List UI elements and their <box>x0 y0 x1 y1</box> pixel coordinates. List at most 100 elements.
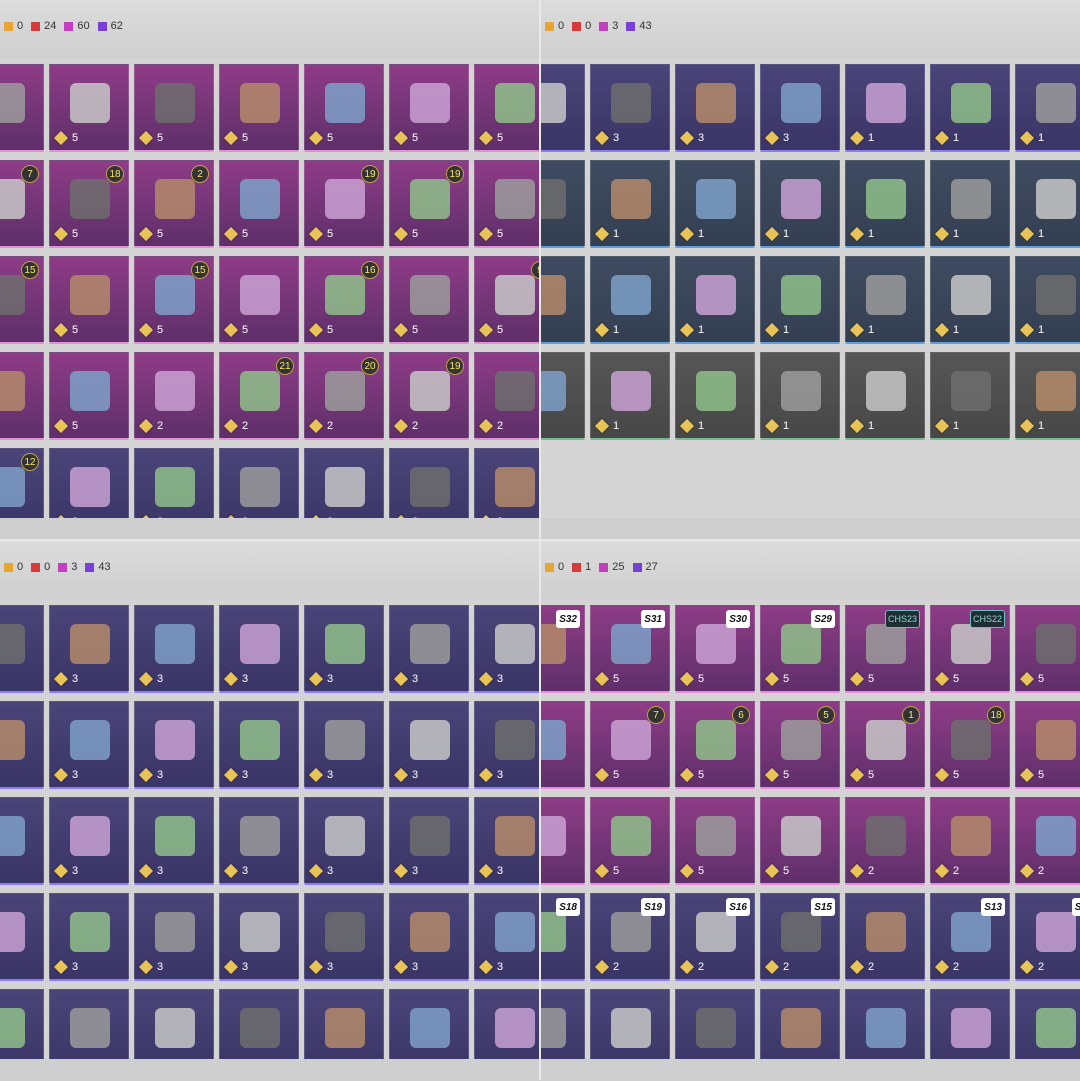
item-tile[interactable]: 1 <box>760 160 840 248</box>
item-tile[interactable]: 1 <box>590 352 670 440</box>
item-tile[interactable]: 1 <box>930 160 1010 248</box>
item-tile[interactable]: 1 <box>1015 352 1080 440</box>
item-tile[interactable]: 2 <box>389 448 469 518</box>
item-tile[interactable]: 3 <box>760 64 840 152</box>
item-tile[interactable] <box>0 701 44 789</box>
item-tile[interactable]: 3 <box>304 701 384 789</box>
item-tile[interactable]: 2 <box>134 352 214 440</box>
item-tile[interactable]: 19 5 <box>304 160 384 248</box>
item-tile[interactable] <box>1015 989 1080 1059</box>
item-tile[interactable]: S31 5 <box>590 605 670 693</box>
item-tile[interactable]: 1 <box>845 64 925 152</box>
item-tile[interactable]: S29 5 <box>760 605 840 693</box>
item-tile[interactable]: 2 <box>49 448 129 518</box>
item-tile[interactable]: 2 <box>930 797 1010 885</box>
item-tile[interactable] <box>541 352 585 440</box>
item-tile[interactable] <box>541 160 585 248</box>
item-tile[interactable]: 1 <box>930 352 1010 440</box>
item-tile[interactable]: 1 <box>845 256 925 344</box>
item-tile[interactable] <box>541 256 585 344</box>
item-tile[interactable]: 20 2 <box>304 352 384 440</box>
item-tile[interactable]: 5 <box>389 256 469 344</box>
item-tile[interactable]: S13 2 <box>930 893 1010 981</box>
item-tile[interactable]: 1 <box>675 352 755 440</box>
item-tile[interactable]: 5 <box>49 256 129 344</box>
item-tile[interactable] <box>845 989 925 1059</box>
item-tile[interactable]: 3 <box>49 701 129 789</box>
item-tile[interactable]: 1 <box>1015 160 1080 248</box>
item-tile[interactable]: 3 <box>49 893 129 981</box>
item-tile[interactable]: 3 <box>675 64 755 152</box>
item-tile[interactable]: 3 <box>49 605 129 693</box>
item-tile[interactable]: 2 <box>219 448 299 518</box>
item-tile[interactable]: 3 <box>474 605 540 693</box>
item-tile[interactable]: 5 <box>675 797 755 885</box>
item-tile[interactable]: 21 2 <box>219 352 299 440</box>
item-tile[interactable]: 5 <box>474 160 540 248</box>
item-tile[interactable]: 3 <box>219 605 299 693</box>
item-tile[interactable] <box>474 989 540 1059</box>
item-tile[interactable]: 1 <box>590 160 670 248</box>
item-tile[interactable]: 16 5 <box>304 256 384 344</box>
item-tile[interactable] <box>0 352 44 440</box>
item-tile[interactable]: CHS23 5 <box>845 605 925 693</box>
item-tile[interactable] <box>0 989 44 1059</box>
item-tile[interactable]: 1 <box>590 256 670 344</box>
item-tile[interactable]: 3 <box>134 605 214 693</box>
item-tile[interactable]: 5 <box>389 64 469 152</box>
item-tile[interactable]: S18 <box>541 893 585 981</box>
item-tile[interactable]: 18 5 <box>49 160 129 248</box>
item-tile[interactable]: 5 <box>219 256 299 344</box>
item-tile[interactable] <box>219 989 299 1059</box>
item-tile[interactable] <box>541 701 585 789</box>
item-tile[interactable]: 1 <box>1015 64 1080 152</box>
item-tile[interactable] <box>675 989 755 1059</box>
item-tile[interactable]: 15 5 <box>134 256 214 344</box>
item-tile[interactable]: 3 <box>389 605 469 693</box>
item-tile[interactable]: 1 <box>760 352 840 440</box>
item-tile[interactable] <box>134 989 214 1059</box>
item-tile[interactable]: 2 <box>1015 797 1080 885</box>
item-tile[interactable]: 25 <box>134 160 214 248</box>
item-tile[interactable] <box>541 989 585 1059</box>
item-tile[interactable]: 3 <box>219 893 299 981</box>
item-tile[interactable]: 2 <box>304 448 384 518</box>
item-tile[interactable]: 3 <box>389 701 469 789</box>
item-tile[interactable]: 55 <box>760 701 840 789</box>
item-tile[interactable]: S19 2 <box>590 893 670 981</box>
item-tile[interactable]: 5 <box>760 797 840 885</box>
item-tile[interactable]: 1 <box>845 352 925 440</box>
item-tile[interactable]: 3 <box>590 64 670 152</box>
item-tile[interactable]: 3 <box>389 893 469 981</box>
item-tile[interactable]: S15 2 <box>760 893 840 981</box>
item-tile[interactable]: CHS22 5 <box>930 605 1010 693</box>
item-tile[interactable]: 5 <box>49 64 129 152</box>
item-tile[interactable] <box>760 989 840 1059</box>
item-tile[interactable]: 3 <box>474 893 540 981</box>
item-tile[interactable]: 18 5 <box>930 701 1010 789</box>
item-tile[interactable]: 3 <box>219 701 299 789</box>
item-tile[interactable]: S32 <box>541 605 585 693</box>
item-tile[interactable]: 2 <box>474 448 540 518</box>
item-tile[interactable]: 5 <box>590 797 670 885</box>
item-tile[interactable]: 15 <box>845 701 925 789</box>
item-tile[interactable]: 95 <box>474 256 540 344</box>
item-tile[interactable]: 65 <box>675 701 755 789</box>
item-tile[interactable]: 3 <box>134 893 214 981</box>
item-tile[interactable]: 3 <box>474 701 540 789</box>
item-tile[interactable] <box>49 989 129 1059</box>
item-tile[interactable]: 3 <box>389 797 469 885</box>
item-tile[interactable] <box>0 893 44 981</box>
item-tile[interactable] <box>0 797 44 885</box>
item-tile[interactable] <box>590 989 670 1059</box>
item-tile[interactable]: 5 <box>49 352 129 440</box>
item-tile[interactable]: 3 <box>219 797 299 885</box>
item-tile[interactable]: 12 <box>0 448 44 518</box>
item-tile[interactable]: 5 <box>0 64 44 152</box>
item-tile[interactable]: 3 <box>304 797 384 885</box>
item-tile[interactable]: 1 <box>930 256 1010 344</box>
item-tile[interactable] <box>541 64 585 152</box>
item-tile[interactable]: 19 5 <box>389 160 469 248</box>
item-tile[interactable]: 1 <box>1015 256 1080 344</box>
item-tile[interactable]: 5 <box>1015 701 1080 789</box>
